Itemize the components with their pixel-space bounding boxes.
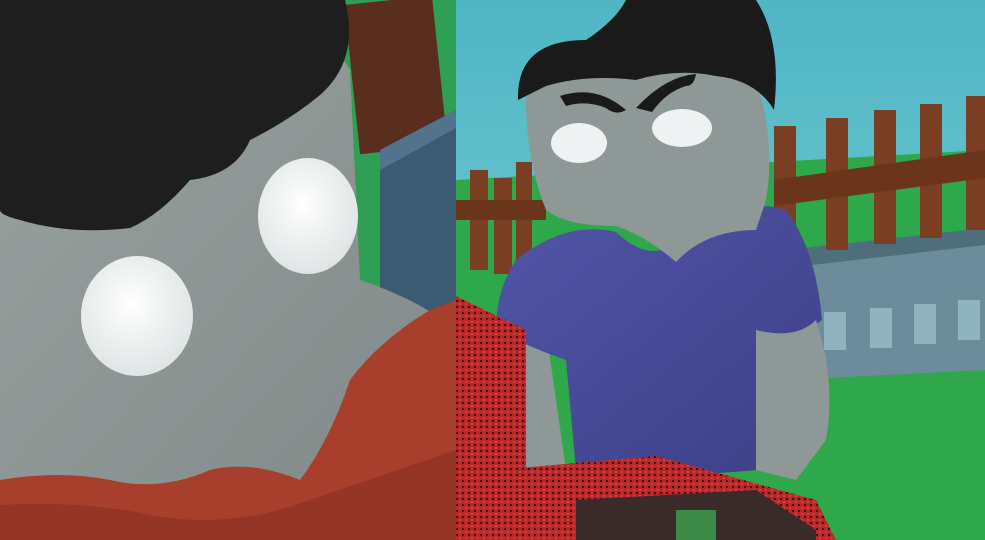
held-box-item bbox=[676, 510, 716, 540]
character-eye-left bbox=[551, 123, 607, 163]
right-panel-fullshot bbox=[456, 0, 985, 540]
fullshot-render bbox=[456, 0, 985, 540]
character-eye-left bbox=[81, 256, 193, 376]
character-eye-right bbox=[258, 158, 358, 274]
left-panel-closeup bbox=[0, 0, 456, 540]
character-eye-right bbox=[652, 109, 712, 147]
closeup-render bbox=[0, 0, 456, 540]
